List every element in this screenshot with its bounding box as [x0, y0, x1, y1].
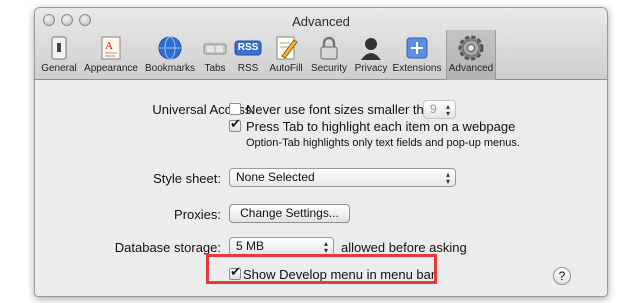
press-tab-checkbox[interactable] [229, 117, 241, 132]
tab-advanced-label: Advanced [448, 63, 494, 74]
tab-autofill[interactable]: AutoFill [266, 32, 306, 78]
extensions-puzzle-icon [403, 34, 431, 62]
min-font-size-value: 9 [430, 102, 437, 116]
style-sheet-label: Style sheet: [153, 171, 221, 186]
database-storage-value: 5 MB [236, 239, 265, 253]
min-font-size-checkbox[interactable] [229, 103, 241, 115]
popup-arrows-icon: ▴ ▾ [445, 102, 450, 118]
tab-privacy-label: Privacy [354, 63, 388, 74]
toolbar: Advanced General A Appearance Bookmarks … [35, 8, 607, 80]
autofill-pencil-icon [272, 34, 300, 62]
tab-autofill-label: AutoFill [269, 63, 303, 74]
tab-security-label: Security [310, 63, 348, 74]
min-font-size-select[interactable]: 9 ▴ ▾ [423, 100, 456, 119]
tab-extensions-label: Extensions [392, 63, 442, 74]
database-storage-label: Database storage: [114, 240, 221, 255]
database-storage-suffix: allowed before asking [341, 240, 467, 255]
gear-icon [457, 34, 485, 62]
tab-tabs[interactable]: Tabs [200, 32, 230, 78]
tabs-icon [201, 34, 229, 62]
popup-arrows-icon: ▴ ▾ [445, 170, 450, 186]
min-font-size-label: Never use font sizes smaller than [246, 102, 439, 117]
tab-rss-label: RSS [237, 63, 259, 74]
proxies-label: Proxies: [174, 207, 221, 222]
tab-privacy[interactable]: Privacy [352, 32, 390, 78]
privacy-silhouette-icon [357, 34, 385, 62]
style-sheet-select[interactable]: None Selected ▴ ▾ [229, 168, 456, 187]
change-settings-button[interactable]: Change Settings... [229, 204, 350, 223]
svg-text:A: A [105, 40, 113, 52]
tab-tabs-label: Tabs [204, 63, 226, 74]
window-title: Advanced [292, 14, 350, 29]
lock-icon [315, 34, 343, 62]
globe-icon [156, 34, 184, 62]
tab-appearance-label: Appearance [84, 63, 138, 74]
popup-arrows-icon: ▴ ▾ [323, 239, 328, 255]
press-tab-label: Press Tab to highlight each item on a we… [246, 119, 516, 134]
style-sheet-value: None Selected [236, 170, 315, 184]
tab-general[interactable]: General [39, 32, 79, 78]
press-tab-note: Option-Tab highlights only text fields a… [246, 137, 520, 149]
tab-advanced[interactable]: Advanced [446, 30, 496, 80]
tab-extensions[interactable]: Extensions [392, 32, 442, 78]
tab-rss[interactable]: RSS RSS [232, 32, 264, 78]
tab-bookmarks[interactable]: Bookmarks [142, 32, 198, 78]
tab-general-label: General [41, 63, 77, 74]
tab-security[interactable]: Security [308, 32, 350, 78]
rss-icon: RSS [234, 34, 262, 62]
general-switch-icon [45, 34, 73, 62]
tab-bookmarks-label: Bookmarks [144, 63, 195, 74]
develop-menu-highlight-box [206, 254, 437, 284]
tab-appearance[interactable]: A Appearance [82, 32, 140, 78]
help-button[interactable]: ? [553, 267, 571, 285]
rss-badge-text: RSS [237, 42, 259, 53]
appearance-icon: A [97, 34, 125, 62]
